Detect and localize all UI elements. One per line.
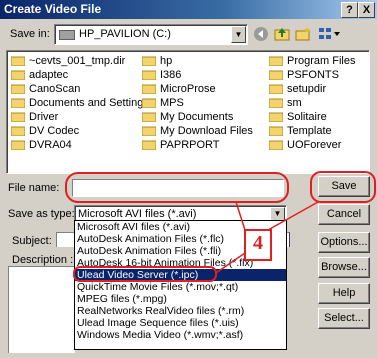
dropdown-option[interactable]: Ulead Image Sequence files (*.uis) [75, 317, 286, 329]
options-button[interactable]: Options... [318, 232, 370, 253]
dropdown-option[interactable]: MPEG files (*.mpg) [75, 293, 286, 305]
description-input[interactable] [8, 266, 75, 353]
subject-input[interactable] [56, 232, 75, 247]
folder-item[interactable]: ~cevts_001_tmp.dir [10, 54, 149, 68]
folder-item[interactable]: DV Codec [10, 124, 149, 138]
drive-icon [59, 30, 75, 40]
select-button[interactable]: Select... [318, 308, 370, 329]
chevron-down-icon[interactable]: ▼ [270, 207, 285, 221]
save-button[interactable]: Save [318, 176, 370, 197]
up-folder-icon[interactable] [274, 26, 290, 42]
browse-button[interactable]: Browse... [318, 257, 370, 278]
folder-icon [268, 98, 284, 109]
folder-icon [10, 140, 26, 151]
folder-item[interactable]: I386 [141, 68, 253, 82]
description-label: Description : [12, 254, 74, 266]
folder-icon [141, 126, 157, 137]
view-menu-icon[interactable] [318, 26, 342, 42]
file-column-1: ~cevts_001_tmp.dir adaptec CanoScan Docu… [10, 54, 149, 152]
folder-item[interactable]: sm [268, 96, 355, 110]
file-column-3: Program Files PSFONTS setupdir sm Solita… [268, 54, 355, 152]
folder-item[interactable]: UOForever [268, 138, 355, 152]
folder-item[interactable]: hp [141, 54, 253, 68]
folder-icon [10, 70, 26, 81]
save-in-combo[interactable]: HP_PAVILION (C:) ▼ [54, 24, 248, 45]
folder-icon [268, 70, 284, 81]
folder-item[interactable]: Driver [10, 110, 149, 124]
folder-icon [268, 56, 284, 67]
save-in-label: Save in: [10, 28, 50, 40]
folder-item[interactable]: PAPRPORT [141, 138, 253, 152]
folder-item[interactable]: CanoScan [10, 82, 149, 96]
chevron-down-icon[interactable]: ▼ [231, 26, 246, 43]
folder-item[interactable]: Documents and Settings [10, 96, 149, 110]
folder-item[interactable]: Program Files [268, 54, 355, 68]
title-bar: Create Video File ? X [0, 0, 377, 19]
dropdown-option[interactable]: Windows Media Video (*.wmv;*.asf) [75, 329, 286, 341]
folder-item[interactable]: DVRA04 [10, 138, 149, 152]
help-button[interactable]: Help [318, 283, 370, 304]
dropdown-option-selected[interactable]: Ulead Video Server (*.ipc) [75, 269, 286, 281]
file-name-label: File name: [8, 182, 60, 194]
folder-icon [141, 84, 157, 95]
new-folder-icon[interactable] [295, 26, 311, 42]
folder-icon [141, 112, 157, 123]
folder-icon [141, 70, 157, 81]
folder-icon [268, 112, 284, 123]
dropdown-option[interactable]: QuickTime Movie Files (*.mov;*.qt) [75, 281, 286, 293]
file-name-input[interactable] [72, 179, 284, 197]
folder-icon [10, 112, 26, 123]
folder-icon [10, 56, 26, 67]
help-title-button[interactable]: ? [341, 2, 358, 18]
folder-icon [268, 84, 284, 95]
cancel-button[interactable]: Cancel [318, 204, 370, 225]
save-type-value: Microsoft AVI files (*.avi) [78, 208, 197, 220]
folder-item[interactable]: My Download Files [141, 124, 253, 138]
step-number: 4 [253, 232, 263, 254]
folder-icon [268, 140, 284, 151]
folder-icon [10, 98, 26, 109]
folder-icon [10, 126, 26, 137]
folder-item[interactable]: MPS [141, 96, 253, 110]
folder-item[interactable]: My Documents [141, 110, 253, 124]
folder-item[interactable]: MicroProse [141, 82, 253, 96]
folder-icon [141, 140, 157, 151]
folder-item[interactable]: Template [268, 124, 355, 138]
folder-icon [268, 126, 284, 137]
save-type-label: Save as type: [8, 208, 75, 220]
window-title: Create Video File [4, 2, 102, 16]
folder-icon [10, 84, 26, 95]
dropdown-option[interactable]: AutoDesk 16-bit Animation Files (*.flx) [75, 257, 286, 269]
folder-item[interactable]: adaptec [10, 68, 149, 82]
subject-label: Subject: [12, 235, 52, 247]
close-title-button[interactable]: X [358, 2, 375, 18]
back-icon[interactable] [253, 26, 269, 42]
file-column-2: hp I386 MicroProse MPS My Documents My D… [141, 54, 253, 152]
folder-item[interactable]: PSFONTS [268, 68, 355, 82]
file-list[interactable]: ~cevts_001_tmp.dir adaptec CanoScan Docu… [6, 50, 370, 174]
folder-icon [141, 56, 157, 67]
folder-icon [141, 98, 157, 109]
save-in-value: HP_PAVILION (C:) [79, 28, 171, 40]
folder-item[interactable]: Solitaire [268, 110, 355, 124]
dropdown-option[interactable]: RealNetworks RealVideo files (*.rm) [75, 305, 286, 317]
folder-item[interactable]: setupdir [268, 82, 355, 96]
